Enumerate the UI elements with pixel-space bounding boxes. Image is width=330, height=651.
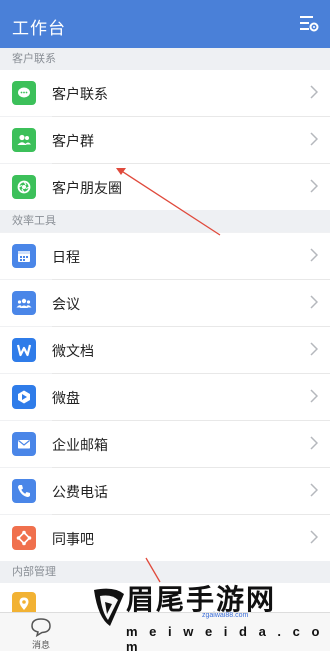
watermark-title: 眉尾手游网 <box>126 584 277 615</box>
annotation-arrow-line <box>119 169 221 236</box>
annotation-arrowhead <box>116 168 126 175</box>
watermark-logo-icon <box>94 588 124 626</box>
tab-messages-label: 消息 <box>31 640 50 650</box>
watermark-url: zgaiwai88.com <box>202 612 249 619</box>
message-bubble-icon <box>31 618 51 637</box>
annotation-arrows <box>116 168 221 583</box>
tab-messages[interactable]: 消息 <box>26 617 56 651</box>
watermark-subtitle: m e i w e i d a . c o m <box>126 624 324 651</box>
watermark: 眉尾手游网 zgaiwai88.com m e i w e i d a . c … <box>92 574 330 651</box>
